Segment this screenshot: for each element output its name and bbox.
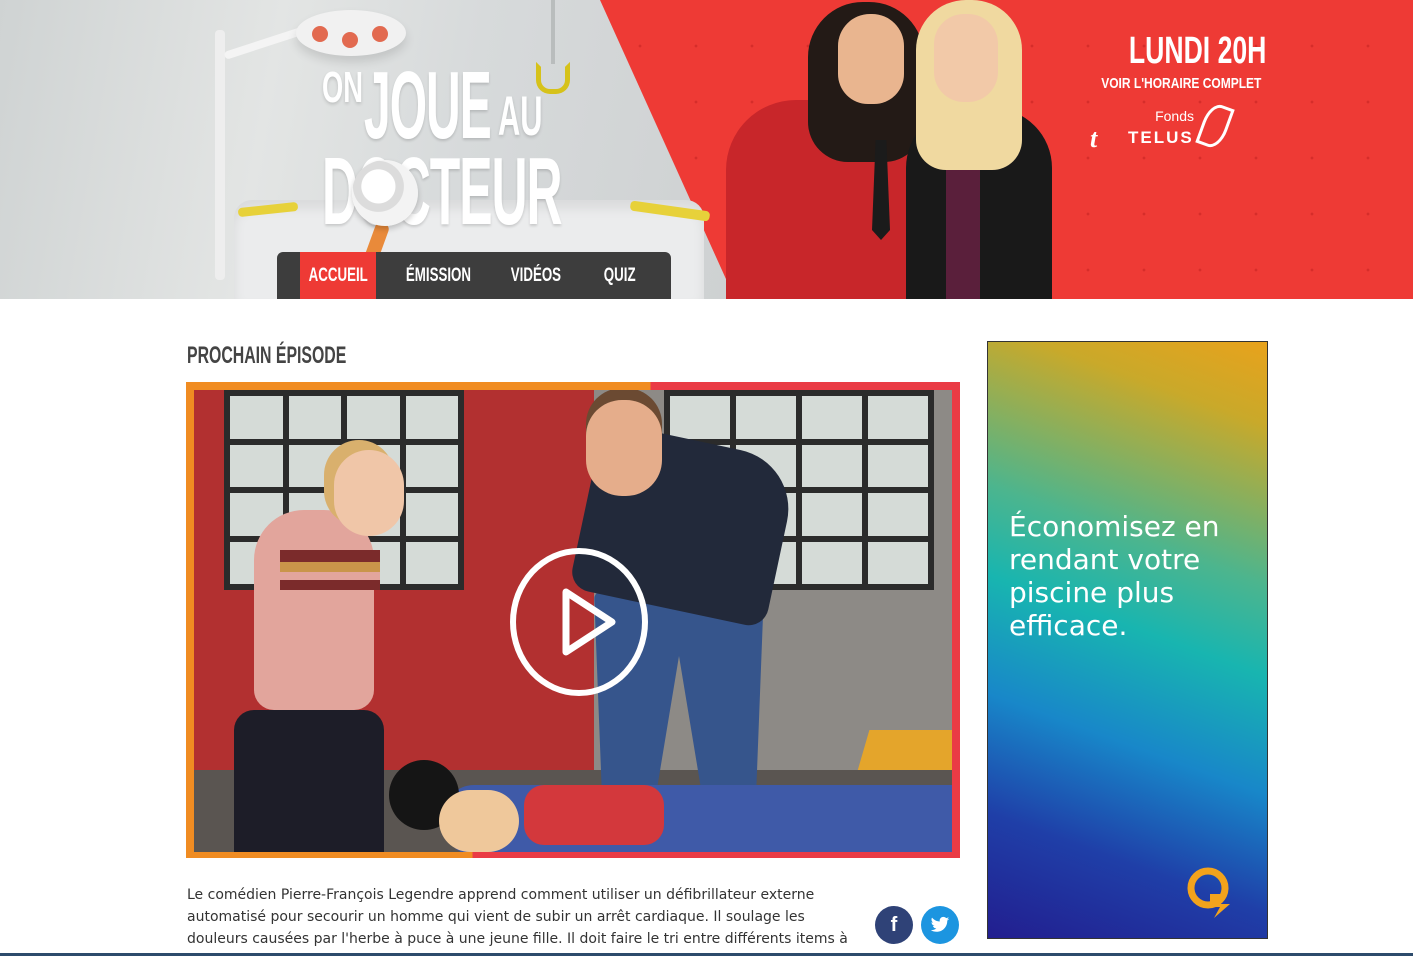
airtime-day: LUNDI 20H [1070,30,1266,73]
thumb-woman-head [334,450,404,536]
thumb-dummy-body [444,785,952,852]
thumb-woman-legs [234,710,384,852]
ad-headline: Économisez en rendant votre piscine plus… [1009,510,1220,642]
nav-item-label: QUIZ [604,264,636,286]
play-icon [562,588,616,656]
twitter-share-button[interactable] [921,906,959,944]
thumb-dummy-head [439,790,519,852]
nav-item-label: VIDÉOS [510,264,562,286]
nav-item-label: ÉMISSION [405,264,471,286]
frame-bottom-edge [186,852,960,858]
facebook-share-button[interactable]: f [875,906,913,944]
section-title-text: PROCHAIN ÉPISODE [187,342,347,369]
video-thumbnail[interactable] [194,390,952,852]
surgical-lamp [296,10,406,56]
sidebar-ad[interactable]: Économisez en rendant votre piscine plus… [987,341,1268,939]
logo-word-on: ON [322,63,363,112]
sponsor-logo[interactable]: Fonds t TELUS [1088,100,1235,153]
section-title: PROCHAIN ÉPISODE [187,342,428,370]
facebook-icon: f [890,913,898,936]
thumb-dummy-jersey [524,785,664,845]
lamp-bulb [372,26,388,42]
nav-item-accueil[interactable]: ACCUEIL [300,252,376,299]
nav-item-label: ACCUEIL [308,264,368,286]
episode-description: Le comédien Pierre-François Legendre app… [187,887,848,956]
sponsor-name: TELUS [1128,128,1194,147]
logo-word-au: AU [498,84,543,147]
stethoscope-icon [352,160,418,226]
full-schedule-link[interactable]: VOIR L'HORAIRE COMPLET [1101,75,1261,92]
lamp-bulb [312,26,328,42]
handle-cord [551,0,555,64]
video-player[interactable] [186,382,960,858]
nav-item-emission[interactable]: ÉMISSION [376,252,500,299]
twitter-bird-icon [930,916,950,932]
thumb-woman [254,510,374,710]
frame-right-edge [952,382,960,858]
lamp-pole [215,30,225,280]
telus-mark-icon: t [1090,124,1098,153]
play-button[interactable] [510,548,648,696]
frame-left-edge [186,382,194,858]
airtime-day-text: LUNDI 20H [1128,30,1267,72]
sponsor-prefix: Fonds [1155,108,1194,124]
host-1-face [838,14,904,104]
main-nav: ACCUEIL ÉMISSION VIDÉOS QUIZ [277,252,671,299]
airtime-block: LUNDI 20H VOIR L'HORAIRE COMPLET [1070,30,1266,92]
thumb-man-head [586,400,662,496]
header-banner: ON JOUE AU DOCTEUR ACCUEIL ÉMISSION VIDÉ… [0,0,1413,299]
thumb-woman-sweater-stripe [280,550,380,590]
nav-item-quiz[interactable]: QUIZ [572,252,668,299]
nav-item-videos[interactable]: VIDÉOS [500,252,572,299]
hydro-quebec-q-icon [1187,867,1230,918]
host-2-face [934,14,998,102]
lamp-bulb [342,32,358,48]
